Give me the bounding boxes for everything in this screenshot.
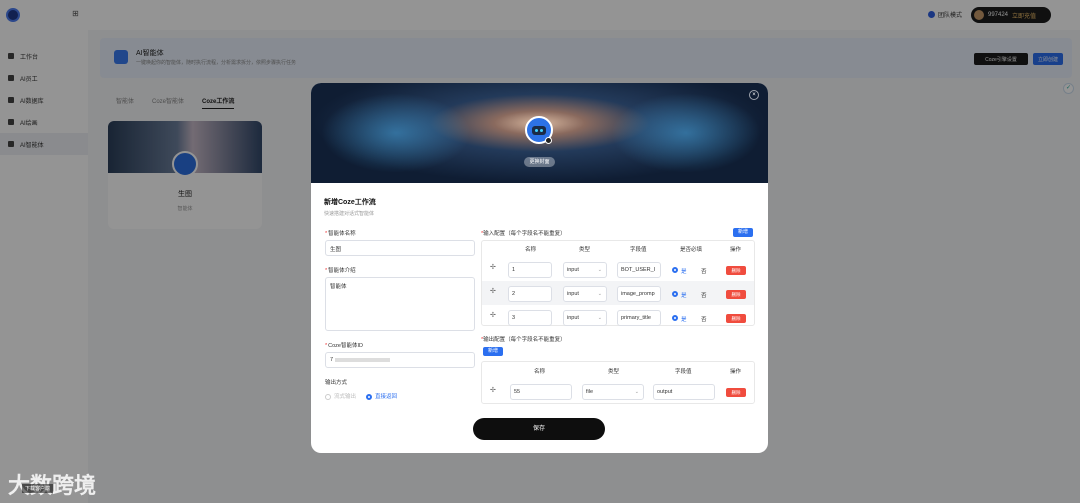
coze-id-label: *Coze智能体ID <box>325 343 363 349</box>
required-yes-label: 是 <box>681 317 687 323</box>
chevron-down-icon: ⌄ <box>597 267 602 273</box>
delete-button[interactable]: 删除 <box>726 314 746 323</box>
add-input-button[interactable]: 新增 <box>733 228 754 237</box>
name-label: *智能体名称 <box>325 231 356 237</box>
radio-stream[interactable]: 流式输出 <box>325 392 356 400</box>
robot-icon <box>532 125 546 135</box>
required-yes-label: 是 <box>681 293 687 299</box>
radio-direct[interactable]: 直接返回 <box>366 392 397 400</box>
coze-id-input[interactable]: 7 <box>325 352 475 368</box>
delete-button[interactable]: 删除 <box>726 290 746 299</box>
input-name-field[interactable]: 3 <box>508 310 552 326</box>
save-button[interactable]: 保存 <box>473 418 605 440</box>
chevron-down-icon: ⌄ <box>634 389 639 395</box>
cover-image: 更换封面 × <box>311 83 768 183</box>
agent-intro-textarea[interactable]: 智能体 <box>325 277 475 331</box>
output-type-select[interactable]: file ⌄ <box>582 384 644 400</box>
delete-button[interactable]: 删除 <box>726 266 746 275</box>
output-field-value[interactable]: output <box>653 384 715 400</box>
column-header: 操作 <box>730 369 742 375</box>
modal-subtitle: 快速搭建对话式智能体 <box>324 211 375 217</box>
input-name-field[interactable]: 2 <box>508 286 552 302</box>
input-type-select[interactable]: input ⌄ <box>563 310 607 326</box>
output-mode-label: 输出方式 <box>325 380 348 386</box>
column-header: 字段值 <box>675 369 692 375</box>
column-header: 操作 <box>730 247 742 253</box>
intro-label: *智能体介绍 <box>325 268 356 274</box>
output-config-title: *输出配置（每个字段名不能重复） <box>481 337 566 343</box>
required-yes-radio[interactable] <box>672 267 678 273</box>
add-output-button[interactable]: 新增 <box>483 347 504 356</box>
drag-handle-icon[interactable]: ✢ <box>490 311 496 319</box>
required-no-label[interactable]: 否 <box>701 291 707 299</box>
required-yes-radio[interactable] <box>672 315 678 321</box>
output-name-field[interactable]: 55 <box>510 384 572 400</box>
change-cover-button[interactable]: 更换封面 <box>524 157 555 167</box>
chevron-down-icon: ⌄ <box>597 315 602 321</box>
camera-icon[interactable] <box>545 137 552 144</box>
input-field-value[interactable]: primary_title <box>617 310 661 326</box>
input-field-value[interactable]: BOT_USER_I <box>617 262 661 278</box>
drag-handle-icon[interactable]: ✢ <box>490 263 496 271</box>
required-yes-radio[interactable] <box>672 291 678 297</box>
column-header: 名称 <box>525 247 537 253</box>
add-coze-workflow-modal: 更换封面 × 新增Coze工作流 快速搭建对话式智能体 *智能体名称 生图 *智… <box>311 83 768 453</box>
input-config-title: *输入配置（每个字段名不能重复） <box>481 231 566 237</box>
close-icon[interactable]: × <box>749 90 759 100</box>
cover-glow <box>321 93 471 173</box>
input-type-select[interactable]: input ⌄ <box>563 262 607 278</box>
delete-button[interactable]: 删除 <box>726 388 746 397</box>
input-field-value[interactable]: image_promp <box>617 286 661 302</box>
input-name-field[interactable]: 1 <box>508 262 552 278</box>
column-header: 字段值 <box>630 247 647 253</box>
cover-glow <box>611 93 761 173</box>
modal-title: 新增Coze工作流 <box>324 199 376 206</box>
output-config-table: 名称 类型 字段值 操作 ✢ 55 file ⌄ output 删除 <box>481 361 755 404</box>
column-header: 类型 <box>579 247 591 253</box>
input-type-select[interactable]: input ⌄ <box>563 286 607 302</box>
drag-handle-icon[interactable]: ✢ <box>490 287 496 295</box>
required-yes-label: 是 <box>681 269 687 275</box>
drag-handle-icon[interactable]: ✢ <box>490 386 496 394</box>
column-header: 名称 <box>534 369 546 375</box>
download-client-link[interactable]: 下载客户端 <box>22 484 54 493</box>
column-header: 类型 <box>608 369 620 375</box>
column-header: 是否必填 <box>680 247 703 253</box>
output-mode-radio-group: 流式输出 直接返回 <box>325 392 397 400</box>
required-no-label[interactable]: 否 <box>701 315 707 323</box>
chevron-down-icon: ⌄ <box>597 291 602 297</box>
required-no-label[interactable]: 否 <box>701 267 707 275</box>
input-config-table: 名称 类型 字段值 是否必填 操作 ✢ 1 input ⌄ BOT_USER_I … <box>481 240 755 326</box>
agent-name-input[interactable]: 生图 <box>325 240 475 256</box>
